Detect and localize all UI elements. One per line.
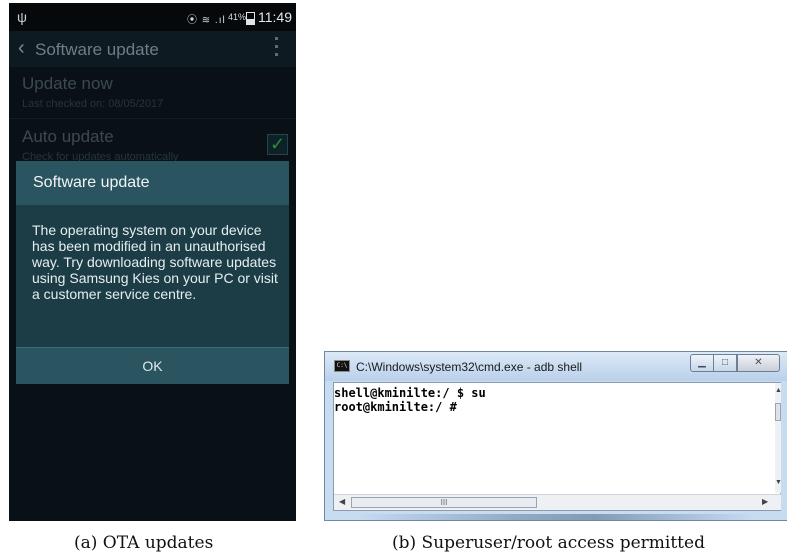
auto-update-checkbox[interactable]: ✓ [267,134,288,155]
dialog-header: Software update [16,161,289,205]
window-title: C:\Windows\system32\cmd.exe - adb shell [356,360,583,374]
scroll-thumb[interactable] [775,403,781,421]
signal-wifi-icon: ⦿ ≋ .ıl [187,15,226,26]
maximize-button[interactable]: □ [713,354,737,372]
caption-b: (b) Superuser/root access permitted [392,533,705,553]
usb-icon: ψ [17,9,27,25]
setting-subtitle: Last checked on: 08/05/2017 [22,98,164,110]
back-chevron-icon[interactable]: ‹ [18,37,25,60]
checkmark-icon: ✓ [269,134,286,154]
scroll-right-icon[interactable]: ▶ [762,497,768,506]
scroll-down-icon[interactable]: ▼ [775,479,782,486]
dialog-title: Software update [33,174,150,191]
scroll-left-icon[interactable]: ◀ [339,497,345,506]
setting-title: Update now [22,74,113,93]
horizontal-scrollbar[interactable]: ◀ III ▶ [334,494,781,510]
cmd-app-icon: C:\ [334,360,350,372]
dialog-footer: OK [16,347,289,384]
console-lines: shell@kminilte:/ $ su root@kminilte:/ # [334,386,774,414]
close-button[interactable]: ✕ [737,354,780,372]
minimize-button[interactable]: ▁ [690,354,714,372]
console-output[interactable]: shell@kminilte:/ $ su root@kminilte:/ # … [333,382,782,511]
console-line: shell@kminilte:/ $ su [334,386,486,400]
battery-icon [246,12,255,25]
scroll-thumb[interactable]: III [351,497,537,508]
setting-update-now[interactable]: Update now Last checked on: 08/05/2017 [9,67,296,119]
console-line: root@kminilte:/ # [334,400,457,414]
scroll-up-icon[interactable]: ▲ [775,387,782,394]
software-update-dialog: Software update The operating system on … [16,161,289,384]
window-edge-shadow [355,514,755,520]
status-clock: 11:49 [258,9,292,25]
status-bar: ψ ⦿ ≋ .ıl 41% 11:49 [9,3,296,31]
battery-percentage: 41% [228,12,247,22]
vertical-scrollbar[interactable]: ▲ ▼ [775,383,782,493]
cmd-window: C:\ C:\Windows\system32\cmd.exe - adb sh… [324,351,787,521]
setting-title: Auto update [22,127,114,146]
window-titlebar[interactable]: C:\ C:\Windows\system32\cmd.exe - adb sh… [325,352,787,381]
window-controls: ▁ □ ✕ [690,354,787,372]
dialog-message: The operating system on your device has … [32,222,278,302]
phone-screenshot: ψ ⦿ ≋ .ıl 41% 11:49 ‹ Software update Up… [9,3,296,521]
ok-button[interactable]: OK [16,348,289,385]
caption-a: (a) OTA updates [74,533,214,553]
action-bar: ‹ Software update [9,31,296,67]
overflow-menu-icon[interactable] [275,37,279,59]
app-title: Software update [35,40,159,59]
